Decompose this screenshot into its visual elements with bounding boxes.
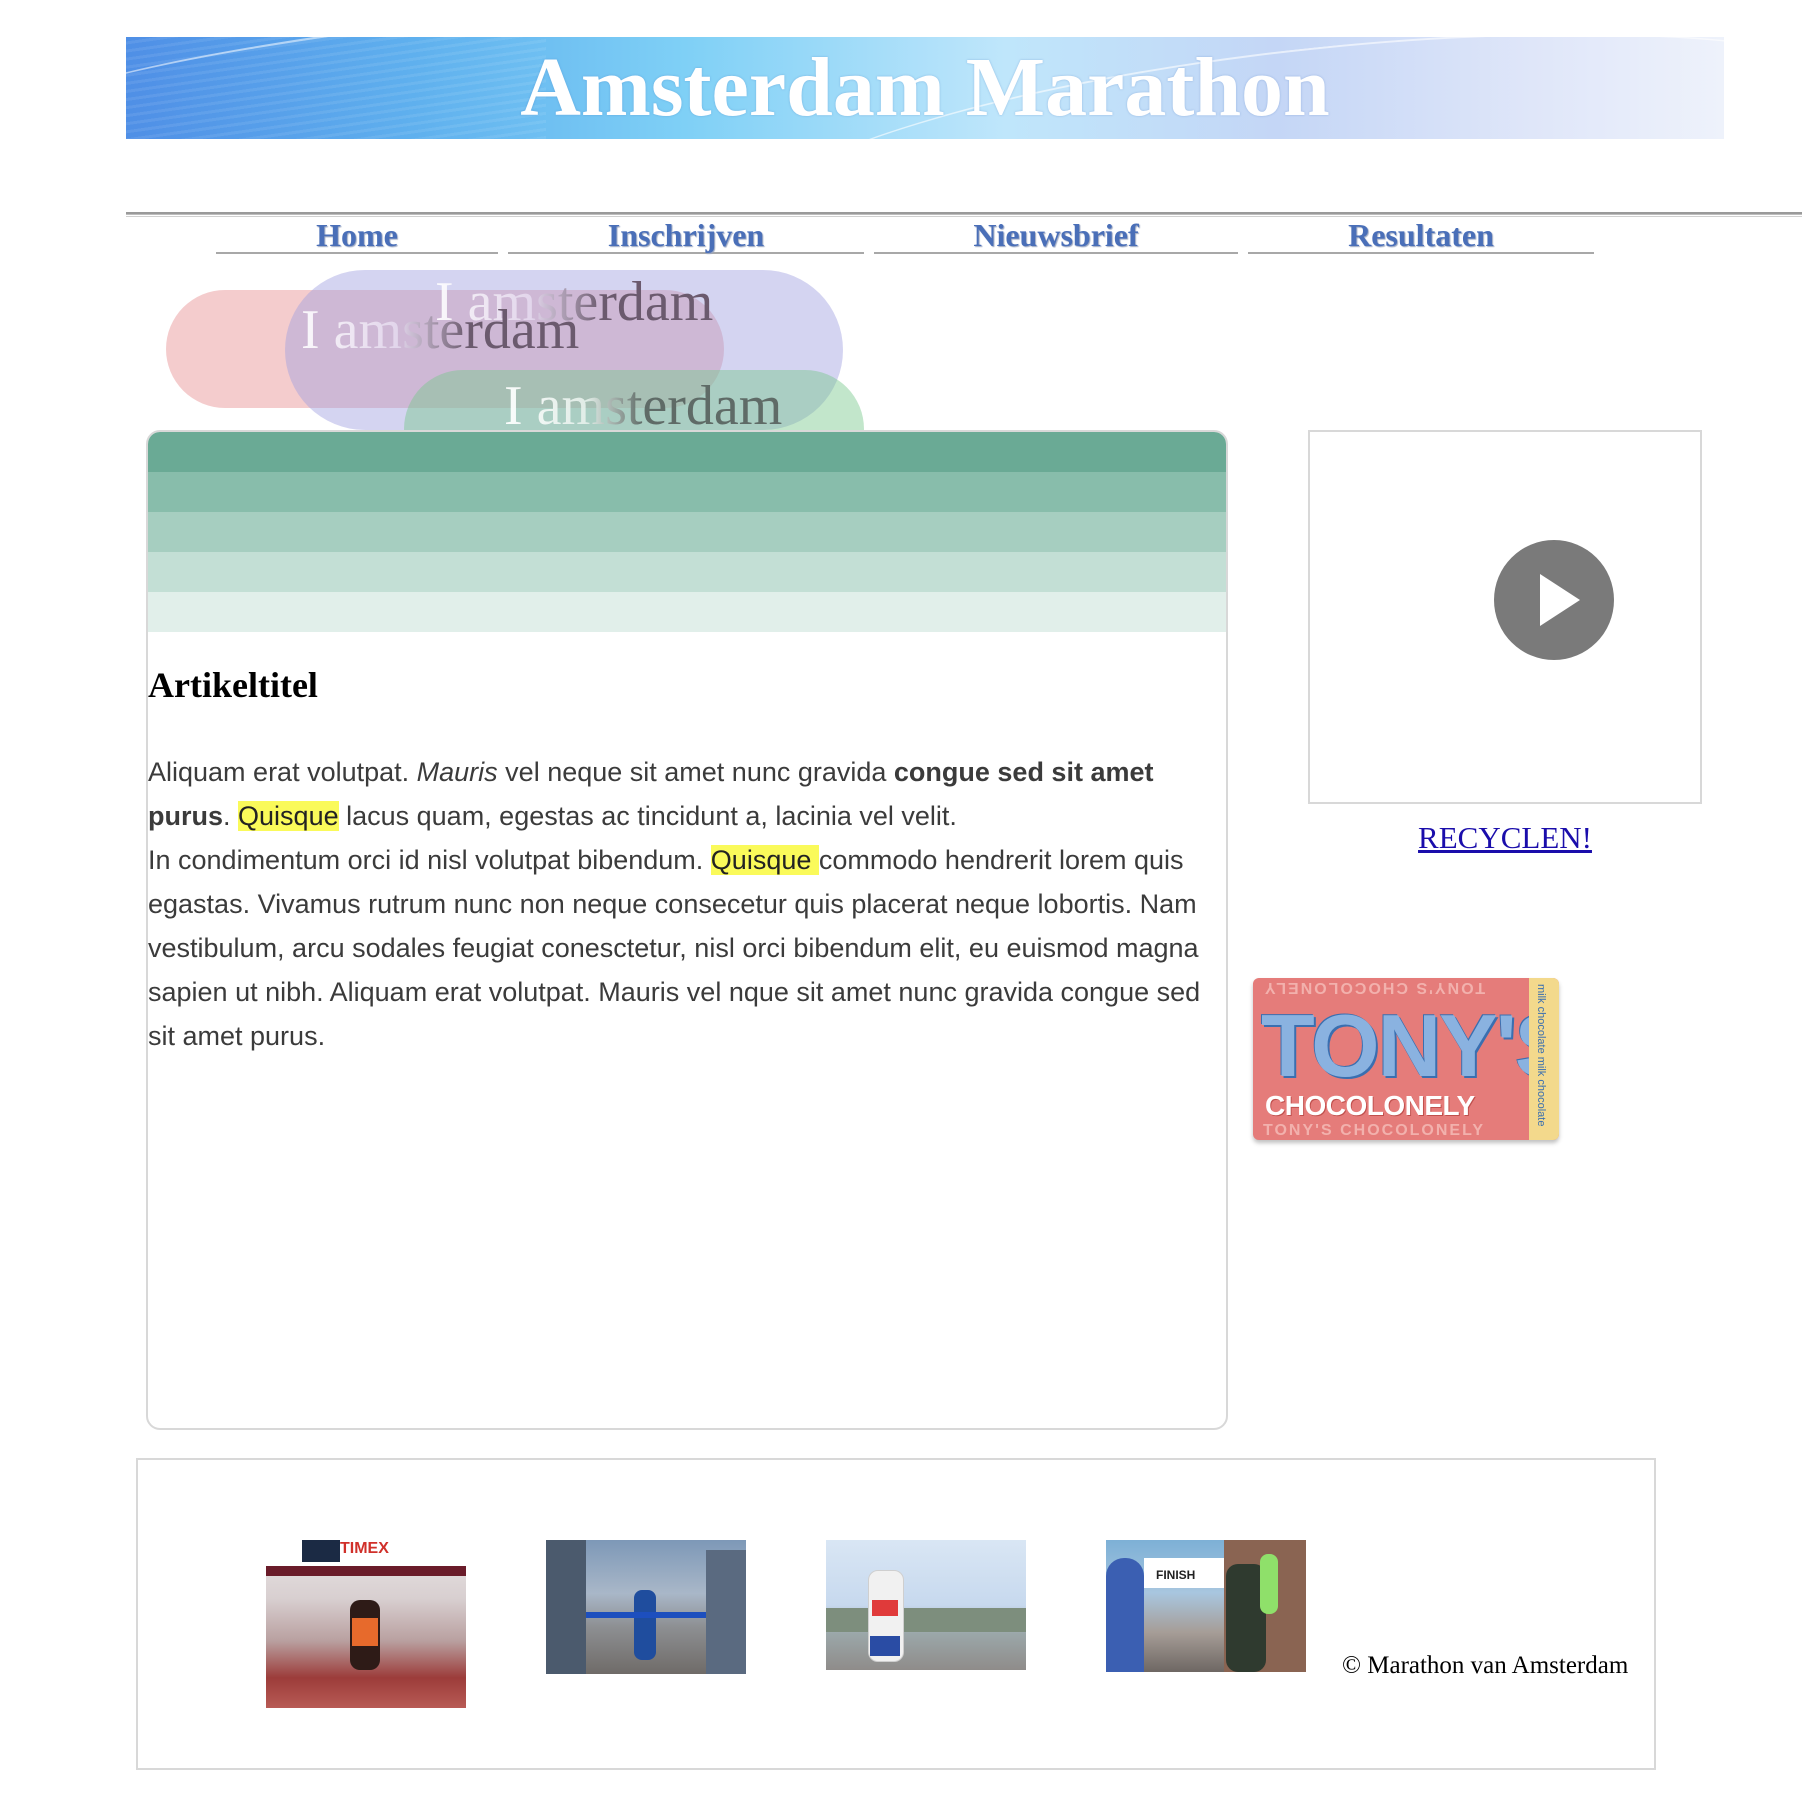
article-header-band [148,432,1226,472]
hills [826,1608,1026,1632]
article-title: Artikeltitel [148,665,318,705]
runner-figure [634,1590,656,1660]
ad-repeat-text: TONY'S CHOCOLONELY [1263,979,1486,996]
building [546,1540,586,1674]
highlighted-word: Quisque [710,845,819,875]
article-text: Aliquam erat volutpat. [148,757,417,787]
runner-finish-arch-photo: FINISH [1106,1540,1306,1672]
article-header-band [148,592,1226,632]
header-banner: Amsterdam Marathon [126,37,1724,139]
article-text: commodo hendrerit lorem quis egastas. Vi… [148,845,1201,1051]
wmm-logo [302,1540,340,1562]
photo-ribbon [266,1566,466,1576]
nav-item-inschrijven[interactable]: Inschrijven [508,214,864,254]
finish-banner-text: FINISH [1156,1568,1196,1582]
ad-subtitle: CHOCOLONELY [1265,1090,1475,1121]
photo-banner-text: TIMEX [340,1540,389,1557]
runner-arm-sleeve [1260,1554,1278,1614]
recyclen-link[interactable]: RECYCLEN! [1308,820,1702,856]
article-text: vel neque sit amet nunc gravida [497,757,894,787]
article-card: Artikeltitel Aliquam erat volutpat. Maur… [146,430,1228,1430]
article-text: . [223,801,239,831]
nav-item-nieuwsbrief[interactable]: Nieuwsbrief [874,214,1238,254]
london-marathon-winner-photo: TIMEX [266,1540,466,1708]
play-icon[interactable] [1494,540,1614,660]
building [706,1550,746,1674]
nav-item-home[interactable]: Home [216,214,498,254]
ad-repeat-text: TONY'S CHOCOLONELY [1263,1122,1486,1139]
tonys-chocolonely-ad[interactable]: TONY'S CHOCOLONELY TONY'S CHOCOLONELY TO… [1253,978,1559,1140]
runner-bib [872,1600,898,1616]
copyright-text: © Marathon van Amsterdam [1342,1652,1629,1679]
article-header-band [148,512,1226,552]
ad-brand: TONY'S [1261,996,1559,1095]
article-header-band [148,472,1226,512]
ad-side-text: milk chocolate milk chocolate [1535,984,1547,1127]
runner-finish-tape-photo [546,1540,746,1674]
page-title: Amsterdam Marathon [520,41,1330,134]
highlighted-word: Quisque [238,801,339,831]
bubble-text: I amsterdam [301,299,580,361]
video-player[interactable] [1308,430,1702,804]
article-italic: Mauris [416,757,498,787]
article-body: Aliquam erat volutpat. Mauris vel neque … [148,750,1226,1058]
runner-shirt [352,1618,378,1646]
ad-side-label: milk chocolate milk chocolate [1529,978,1559,1140]
runner-arms-raised-photo [826,1540,1026,1670]
article-text: In condimentum orci id nisl volutpat bib… [148,845,711,875]
nav-item-resultaten[interactable]: Resultaten [1248,214,1594,254]
finish-tape [586,1612,706,1618]
runner-shorts [870,1636,900,1656]
article-header-band [148,552,1226,592]
bubble-text: I amsterdam [504,375,783,437]
finish-arch [1106,1558,1144,1672]
article-text: lacus quam, egestas ac tincidunt a, laci… [338,801,957,831]
